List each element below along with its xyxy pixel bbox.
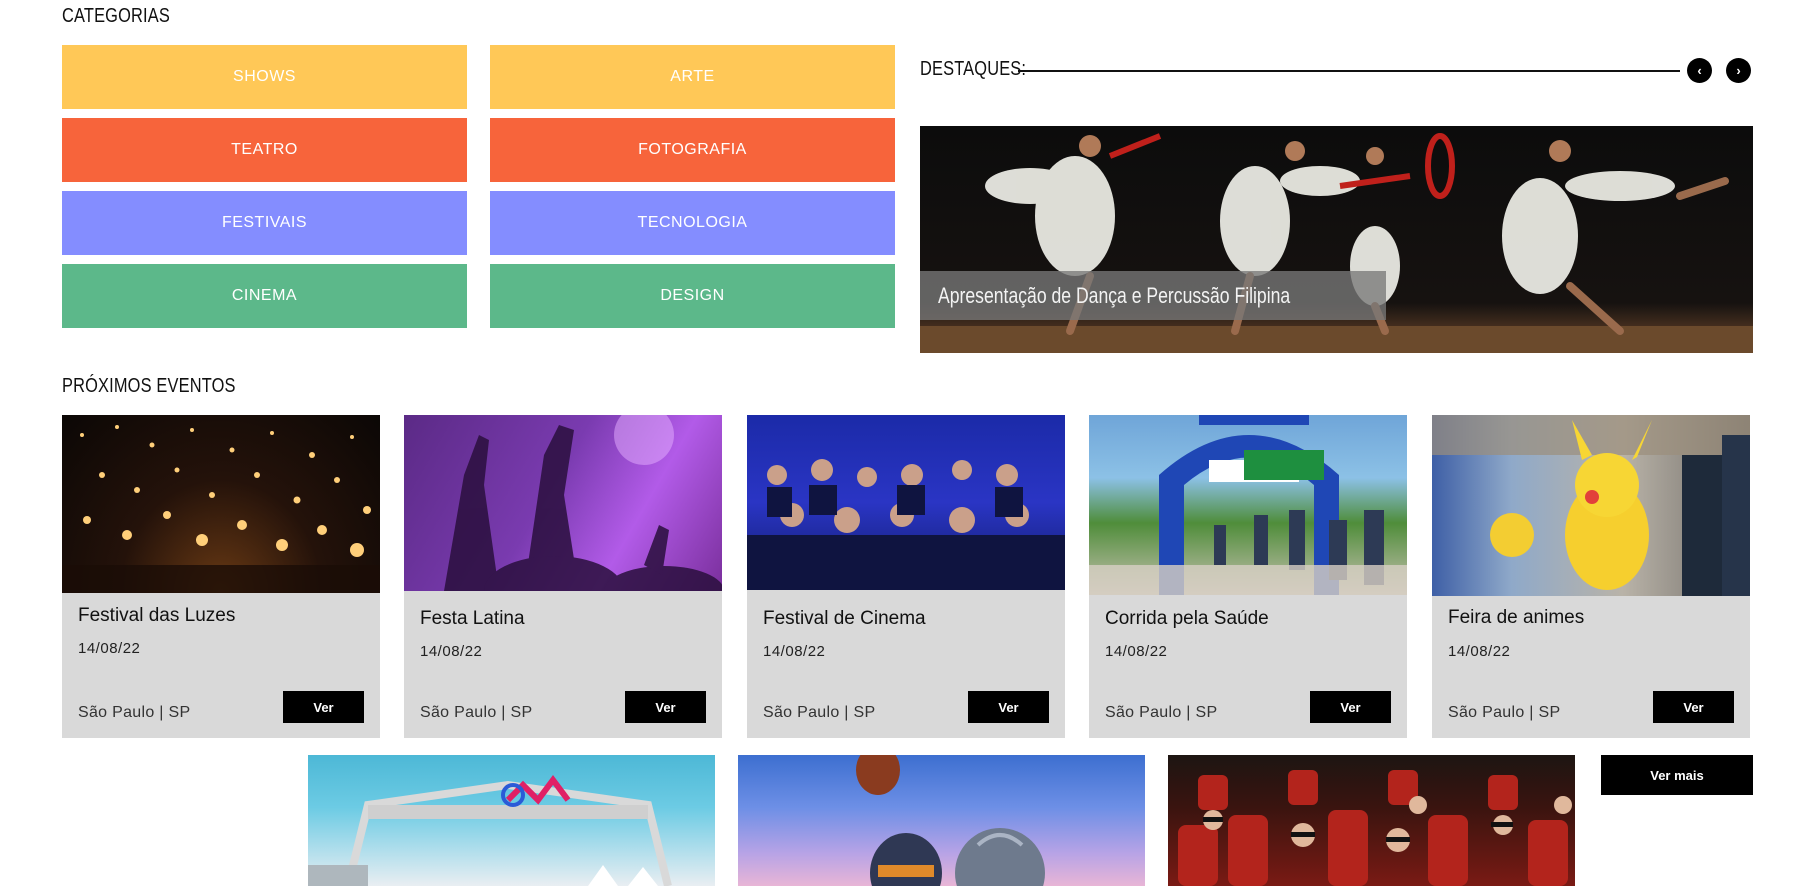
event-title: Feira de animes — [1448, 607, 1585, 628]
event-location: São Paulo | SP — [1448, 704, 1561, 721]
event-date: 14/08/22 — [763, 643, 826, 660]
category-teatro-button[interactable]: TEATRO — [62, 118, 467, 182]
event-location: São Paulo | SP — [78, 704, 191, 721]
event-card: Festival de Cinema 14/08/22 São Paulo | … — [747, 415, 1065, 738]
category-design-button[interactable]: DESIGN — [490, 264, 895, 328]
event-title: Festival de Cinema — [763, 608, 926, 629]
proximos-eventos-title: PRÓXIMOS EVENTOS — [62, 375, 236, 397]
event-date: 14/08/22 — [420, 643, 483, 660]
event-image-party[interactable] — [404, 415, 722, 591]
featured-caption: Apresentação de Dança e Percussão Filipi… — [920, 271, 1386, 320]
event-title: Festival das Luzes — [78, 605, 236, 626]
event-title: Corrida pela Saúde — [1105, 608, 1269, 629]
featured-caption-text: Apresentação de Dança e Percussão Filipi… — [938, 282, 1291, 308]
event-date: 14/08/22 — [1105, 643, 1168, 660]
event-image-anime-fair[interactable] — [1432, 415, 1750, 596]
event-date: 14/08/22 — [78, 640, 141, 657]
event-image-cinema-audience[interactable] — [747, 415, 1065, 590]
chevron-right-icon: › — [1736, 63, 1741, 78]
event-card: Corrida pela Saúde 14/08/22 São Paulo | … — [1089, 415, 1407, 738]
event-location: São Paulo | SP — [420, 704, 533, 721]
destaques-title: DESTAQUES: — [920, 58, 1027, 80]
category-arte-button[interactable]: ARTE — [490, 45, 895, 109]
event-ver-button[interactable]: Ver — [625, 691, 706, 723]
event-image-stage[interactable] — [308, 755, 715, 886]
event-ver-button[interactable]: Ver — [1310, 691, 1391, 723]
event-location: São Paulo | SP — [763, 704, 876, 721]
event-ver-button[interactable]: Ver — [968, 691, 1049, 723]
categories-title: CATEGORIAS — [62, 5, 170, 27]
event-image-balloons[interactable] — [738, 755, 1145, 886]
event-image-3d-cinema[interactable] — [1168, 755, 1575, 886]
event-card: Festival das Luzes 14/08/22 São Paulo | … — [62, 415, 380, 738]
chevron-left-icon: ‹ — [1697, 63, 1702, 78]
event-ver-button[interactable]: Ver — [1653, 691, 1734, 723]
event-location: São Paulo | SP — [1105, 704, 1218, 721]
event-image-race[interactable] — [1089, 415, 1407, 595]
event-date: 14/08/22 — [1448, 643, 1511, 660]
category-shows-button[interactable]: SHOWS — [62, 45, 467, 109]
category-fotografia-button[interactable]: FOTOGRAFIA — [490, 118, 895, 182]
event-card: Feira de animes 14/08/22 São Paulo | SP … — [1432, 415, 1750, 738]
carousel-prev-button[interactable]: ‹ — [1687, 58, 1712, 83]
category-cinema-button[interactable]: CINEMA — [62, 264, 467, 328]
event-card: Festa Latina 14/08/22 São Paulo | SP Ver — [404, 415, 722, 738]
event-image-lanterns[interactable] — [62, 415, 380, 593]
carousel-next-button[interactable]: › — [1726, 58, 1751, 83]
featured-slide-image[interactable]: Apresentação de Dança e Percussão Filipi… — [920, 126, 1753, 353]
event-ver-button[interactable]: Ver — [283, 691, 364, 723]
category-festivais-button[interactable]: FESTIVAIS — [62, 191, 467, 255]
ver-mais-button[interactable]: Ver mais — [1601, 755, 1753, 795]
category-tecnologia-button[interactable]: TECNOLOGIA — [490, 191, 895, 255]
event-title: Festa Latina — [420, 608, 525, 629]
destaques-divider — [1018, 70, 1680, 72]
